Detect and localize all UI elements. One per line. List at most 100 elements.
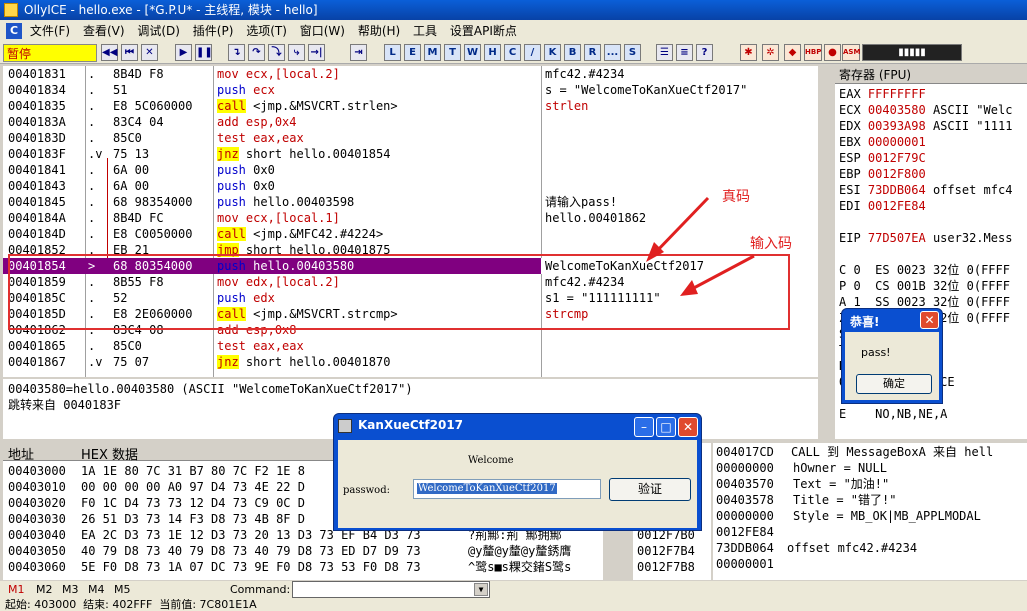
menu-plugins[interactable]: 插件(P) [193, 20, 243, 42]
dump-row[interactable]: 00403020 F0 1C D4 73 73 12 D4 73 C9 0C D [8, 495, 305, 511]
toolbar-handles-button[interactable]: H [484, 44, 501, 61]
plugin-d-icon[interactable]: ● [824, 44, 841, 61]
minimize-button[interactable]: – [634, 417, 654, 437]
toolbar-memory-button[interactable]: M [424, 44, 441, 61]
dump-row[interactable]: 00403000 1A 1E 80 7C 31 B7 80 7C F2 1E 8 [8, 463, 305, 479]
ok-button[interactable]: 确定 [856, 374, 932, 394]
menu-options[interactable]: 选项(T) [246, 20, 296, 42]
register-row[interactable]: ESP 0012F79C [839, 150, 933, 166]
stack-value[interactable]: 00403570 [716, 476, 774, 492]
step-into-icon[interactable]: ↴ [228, 44, 245, 61]
trace-over-icon[interactable]: ⤷ [288, 44, 305, 61]
disasm-row[interactable]: 00401831. 8B4D F8 mov ecx,[local.2] mfc42.#… [3, 66, 818, 82]
command-dropdown-icon[interactable]: ▼ [474, 583, 488, 596]
stack-address[interactable]: 0012F7B4 [637, 543, 695, 559]
toolbar-source-button[interactable]: S [624, 44, 641, 61]
register-row[interactable] [839, 214, 853, 230]
menu-debug[interactable]: 调试(D) [137, 20, 189, 42]
plugin-c-icon[interactable]: ◆ [784, 44, 801, 61]
plugin-b-icon[interactable]: ✲ [762, 44, 779, 61]
disasm-row[interactable]: 0040183F .v 75 13 jnz short hello.00401854 [3, 146, 818, 162]
register-row[interactable]: EAX FFFFFFFF [839, 86, 933, 102]
register-row[interactable]: ESI 73DDB064 offset mfc4 [839, 182, 1012, 198]
memory-tab-m5[interactable]: M5 [114, 583, 131, 596]
disasm-row[interactable]: 00401843. 6A 00 push 0x0 [3, 178, 818, 194]
stack-address[interactable]: 0012F7B8 [637, 559, 695, 575]
register-row[interactable]: EIP 77D507EA user32.Mess [839, 230, 1012, 246]
dump-col-hex[interactable]: HEX 数据 [81, 444, 138, 463]
menu-view[interactable]: 查看(V) [83, 20, 134, 42]
password-input[interactable]: WelcomeToKanXueCtf2017 [413, 479, 601, 499]
close-button[interactable]: ✕ [678, 417, 698, 437]
plugin-a-icon[interactable]: ✱ [740, 44, 757, 61]
dump-row[interactable]: 00403030 26 51 D3 73 14 F3 D8 73 4B 8F D [8, 511, 305, 527]
dump-row[interactable]: 00403060 5E F0 D8 73 1A 07 DC 73 9E F0 D8… [8, 559, 571, 575]
options-icon[interactable]: ≡ [676, 44, 693, 61]
asm-button[interactable]: ASM [842, 44, 860, 61]
disasm-row[interactable]: 0040183D. 85C0 test eax,eax [3, 130, 818, 146]
menu-window[interactable]: 窗口(W) [300, 20, 354, 42]
memory-tab-m3[interactable]: M3 [62, 583, 79, 596]
disasm-row[interactable]: 00401867 .v 75 07 jnz short hello.00401870 [3, 354, 818, 370]
pause-icon[interactable]: ❚❚ [195, 44, 213, 61]
hbp-button[interactable]: HBP [804, 44, 822, 61]
menu-tools[interactable]: 工具 [413, 20, 446, 42]
stack-value[interactable]: 00000001 [716, 556, 774, 572]
goto-icon[interactable]: ⇥ [350, 44, 367, 61]
toolbar-runtrace-button[interactable]: ... [604, 44, 621, 61]
stack-value[interactable]: 73DDB064 [716, 540, 774, 556]
toolbar-breakpoints-button[interactable]: B [564, 44, 581, 61]
toolbar-threads-button[interactable]: T [444, 44, 461, 61]
toolbar-executables-button[interactable]: E [404, 44, 421, 61]
register-row[interactable]: EDX 00393A98 ASCII "1111 [839, 118, 1012, 134]
register-row[interactable]: EBP 0012F800 [839, 166, 933, 182]
menu-help[interactable]: 帮助(H) [358, 20, 409, 42]
register-row[interactable]: EBX 00000001 [839, 134, 933, 150]
toolbar-callstack-button[interactable]: K [544, 44, 561, 61]
step-over-icon[interactable]: ↷ [248, 44, 265, 61]
menu-file[interactable]: 文件(F) [30, 20, 79, 42]
menu-api-breakpoint[interactable]: 设置API断点 [450, 20, 526, 42]
memory-tab-m2[interactable]: M2 [36, 583, 53, 596]
disasm-row[interactable]: 00401865. 85C0 test eax,eax [3, 338, 818, 354]
run-icon[interactable]: ▶ [175, 44, 192, 61]
stack-value[interactable]: 00403578 [716, 492, 774, 508]
dump-row[interactable]: 00403050 40 79 D8 73 40 79 D8 73 40 79 D8… [8, 543, 571, 559]
register-row[interactable]: P 0 CS 001B 32位 0(FFFF [839, 278, 1010, 294]
toolbar-patches-button[interactable]: / [524, 44, 541, 61]
memory-tab-m4[interactable]: M4 [88, 583, 105, 596]
dump-row[interactable]: 00403040 EA 2C D3 73 1E 12 D3 73 20 13 D3… [8, 527, 562, 543]
help-icon[interactable]: ? [696, 44, 713, 61]
close-icon[interactable]: ✕ [141, 44, 158, 61]
register-row[interactable] [839, 246, 853, 262]
disasm-row[interactable]: 00401841. 6A 00 push 0x0 [3, 162, 818, 178]
register-row[interactable] [839, 422, 853, 438]
stack-value[interactable]: 0012FE84 [716, 524, 774, 540]
disasm-row[interactable]: 0040183A. 83C4 04 add esp,0x4 [3, 114, 818, 130]
command-input[interactable] [292, 581, 490, 598]
verify-button[interactable]: 验证 [609, 478, 691, 501]
maximize-button[interactable]: □ [656, 417, 676, 437]
execute-till-return-icon[interactable]: →| [308, 44, 325, 61]
dump-row[interactable]: 00403010 00 00 00 00 A0 97 D4 73 4E 22 D [8, 479, 305, 495]
rewind-icon[interactable]: ◀◀ [101, 44, 118, 61]
trace-into-icon[interactable]: ⤵ [268, 44, 285, 61]
toolbar-windows-button[interactable]: W [464, 44, 481, 61]
register-row[interactable]: C 0 ES 0023 32位 0(FFFF [839, 262, 1010, 278]
dump-col-address[interactable]: 地址 [8, 444, 34, 463]
register-row[interactable]: EDI 0012FE84 [839, 198, 933, 214]
register-row[interactable]: E NO,NB,NE,A [839, 406, 947, 422]
disasm-row[interactable]: 00401834. 51 push ecx s = "WelcomeToKanXueC… [3, 82, 818, 98]
register-row[interactable]: ECX 00403580 ASCII "Welc [839, 102, 1012, 118]
register-row[interactable]: ST0 empty -UNORM 8390 00 [839, 438, 1020, 439]
toolbar-log-button[interactable]: L [384, 44, 401, 61]
toolbar-references-button[interactable]: R [584, 44, 601, 61]
stack-pane[interactable]: 004017CD CALL 到 MessageBoxA 来自 hell 0000… [713, 443, 1027, 580]
list-icon[interactable]: ☰ [656, 44, 673, 61]
cpu-window-icon[interactable]: C [6, 23, 22, 39]
memory-tab-m1[interactable]: M1 [8, 583, 25, 596]
stack-value[interactable]: 00000000 [716, 508, 774, 524]
restart-icon[interactable]: ⏮ [121, 44, 138, 61]
toolbar-cpu-button[interactable]: C [504, 44, 521, 61]
messagebox-close-button[interactable]: ✕ [920, 311, 939, 329]
